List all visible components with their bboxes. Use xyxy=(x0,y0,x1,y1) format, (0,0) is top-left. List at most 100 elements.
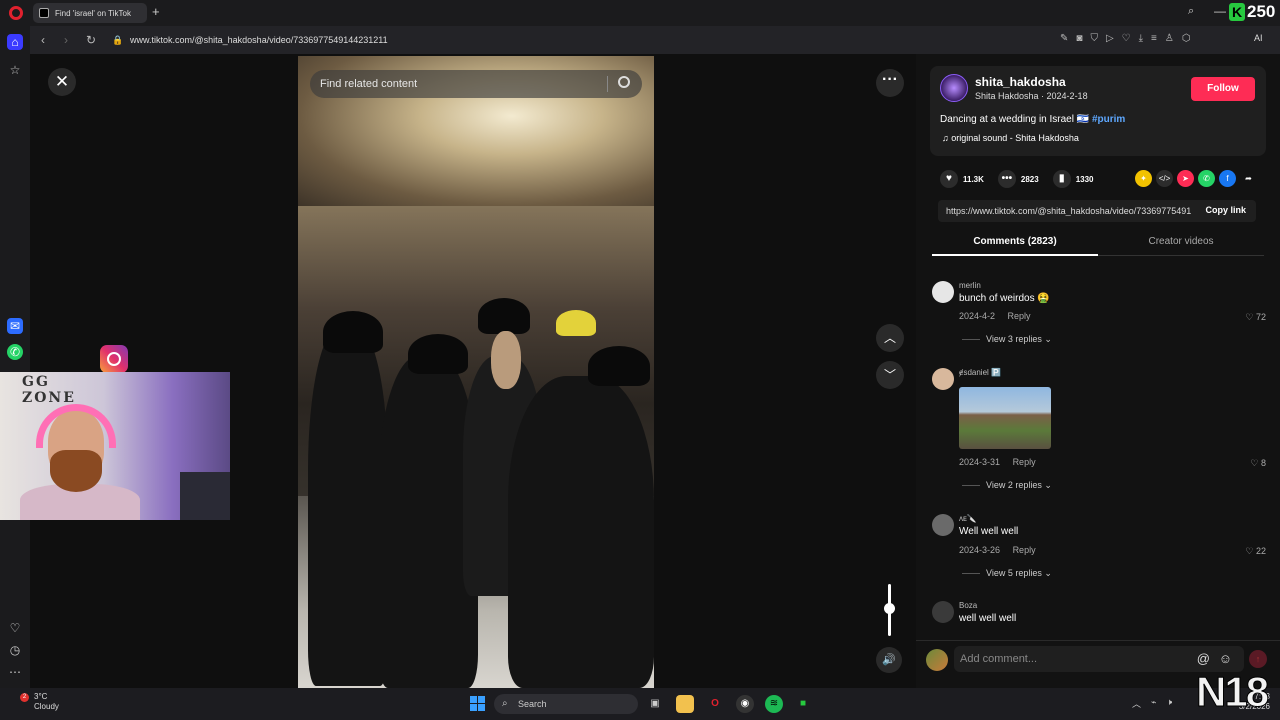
file-explorer-icon[interactable] xyxy=(676,695,694,713)
commenter-name[interactable]: merlin xyxy=(959,281,981,290)
save-button[interactable]: ▮ 1330 xyxy=(1052,170,1094,188)
tray-expand-icon[interactable]: ︿ xyxy=(1132,697,1141,710)
menu-icon[interactable]: ≡ xyxy=(1151,33,1157,44)
view-replies-button[interactable]: View 3 replies ⌄ xyxy=(962,334,1052,345)
creator-subline: Shita Hakdosha · 2024-2-18 xyxy=(975,91,1088,101)
camera-icon[interactable]: ◙ xyxy=(1076,33,1082,44)
previous-video-button[interactable]: ︿ xyxy=(876,324,904,352)
mention-icon[interactable]: @ xyxy=(1197,651,1210,666)
post-sound[interactable]: ♫ original sound - Shita Hakdosha xyxy=(942,133,1079,143)
hashtag-link[interactable]: #purim xyxy=(1092,114,1125,125)
volume-icon[interactable]: 🔊 xyxy=(876,647,902,673)
comment-likes[interactable]: ♡ 22 xyxy=(1245,546,1266,557)
view-replies-button[interactable]: View 2 replies ⌄ xyxy=(962,480,1052,491)
commenter-avatar[interactable] xyxy=(932,514,954,536)
bookmark-star-icon[interactable]: ☆ xyxy=(7,62,23,78)
ai-button[interactable]: AI xyxy=(1254,33,1263,43)
share-link-url[interactable]: https://www.tiktok.com/@shita_hakdosha/v… xyxy=(946,206,1191,216)
more-options-button[interactable]: ··· xyxy=(876,69,904,97)
tab-comments[interactable]: Comments (2823) xyxy=(932,232,1098,256)
tab-search-icon[interactable]: ⌕ xyxy=(1188,5,1194,18)
comment-likes[interactable]: ♡ 8 xyxy=(1250,458,1266,469)
dancer-hat xyxy=(408,334,468,374)
whatsapp-icon[interactable]: ✆ xyxy=(7,344,23,360)
commenter-avatar[interactable] xyxy=(932,601,954,623)
next-video-button[interactable]: ﹀ xyxy=(876,361,904,389)
comment-button[interactable]: ••• 2823 xyxy=(997,170,1039,188)
follow-button[interactable]: Follow xyxy=(1191,77,1255,101)
like-button[interactable]: ♥ 11.3K xyxy=(940,170,984,188)
view-replies-label: View 2 replies xyxy=(986,480,1042,490)
edit-icon[interactable]: ✎ xyxy=(1060,33,1068,44)
url-field[interactable]: www.tiktok.com/@shita_hakdosha/video/733… xyxy=(130,35,388,45)
cube-icon[interactable]: ⬡ xyxy=(1182,33,1191,44)
play-icon[interactable]: ▷ xyxy=(1106,33,1114,44)
obs-icon[interactable]: ◉ xyxy=(736,695,754,713)
messenger-icon[interactable]: ✉ xyxy=(7,318,23,334)
reply-button[interactable]: Reply xyxy=(1008,311,1031,321)
weather-widget[interactable]: 2 3°C Cloudy xyxy=(14,692,59,712)
kick-app-icon[interactable]: ■ xyxy=(794,695,812,713)
minimize-button[interactable]: — xyxy=(1214,4,1226,18)
network-icon[interactable]: ⌁ xyxy=(1151,697,1156,710)
copy-link-button[interactable]: Copy link xyxy=(1205,205,1246,215)
speaker-icon[interactable]: 🕨 xyxy=(1166,697,1172,710)
opera-taskbar-icon[interactable]: O xyxy=(706,695,724,713)
facebook-icon[interactable]: f xyxy=(1219,170,1236,187)
related-search-bar[interactable]: Find related content xyxy=(310,70,642,98)
commenter-avatar[interactable] xyxy=(932,368,954,390)
comment-image[interactable] xyxy=(959,387,1051,449)
taskbar-search[interactable]: ⌕ Search xyxy=(494,694,638,714)
send-icon[interactable]: ➤ xyxy=(1177,170,1194,187)
shield-icon[interactable]: ⛉ xyxy=(1090,33,1098,44)
whatsapp-icon[interactable]: ✆ xyxy=(1198,170,1215,187)
browser-sidebar: ⌂ ☆ ✉ ✆ ♡ ◷ ⋯ xyxy=(0,26,30,688)
music-note-icon: ♫ xyxy=(942,133,952,143)
my-avatar xyxy=(926,649,948,671)
emoji-icon[interactable]: ☺ xyxy=(1219,651,1232,666)
gift-icon[interactable]: ✦ xyxy=(1135,170,1152,187)
reply-button[interactable]: Reply xyxy=(1013,545,1036,555)
post-description: Dancing at a wedding in Israel 🇮🇱 #purim xyxy=(940,114,1125,125)
share-link-box: https://www.tiktok.com/@shita_hakdosha/v… xyxy=(938,200,1256,222)
windows-start-icon[interactable] xyxy=(470,696,486,712)
profile-icon[interactable]: ♙ xyxy=(1165,33,1174,44)
download-icon[interactable]: ⤓ xyxy=(1139,33,1143,44)
forward-button[interactable]: › xyxy=(64,33,68,47)
back-button[interactable]: ‹ xyxy=(41,33,45,47)
home-icon[interactable]: ⌂ xyxy=(7,34,23,50)
commenter-name[interactable]: ᴧᴇ🔪 xyxy=(959,514,977,523)
task-view-icon[interactable]: ▣ xyxy=(646,695,664,713)
comment-item: ɇsdaniel 🅿️ 2024-3-31 Reply ♡ 8 View 2 r… xyxy=(932,368,1272,496)
tiktok-favicon-icon xyxy=(39,8,49,18)
heart-icon[interactable]: ♡ xyxy=(1122,33,1131,44)
history-clock-icon[interactable]: ◷ xyxy=(7,642,23,658)
dancer-face xyxy=(491,331,521,389)
volume-slider-handle[interactable] xyxy=(884,603,895,614)
creator-avatar[interactable] xyxy=(940,74,968,102)
channel-watermark: N18 xyxy=(1195,668,1269,716)
more-dots-icon[interactable]: ⋯ xyxy=(7,664,23,680)
creator-username[interactable]: shita_hakdosha xyxy=(975,75,1066,89)
heart-icon[interactable]: ♡ xyxy=(7,620,23,636)
tab-creator-videos[interactable]: Creator videos xyxy=(1098,232,1264,256)
embed-icon[interactable]: </> xyxy=(1156,170,1173,187)
related-search-placeholder: Find related content xyxy=(320,78,418,90)
post-comment-button[interactable]: ↑ xyxy=(1249,650,1267,668)
reload-icon[interactable]: ↻ xyxy=(86,33,96,47)
share-arrow-icon[interactable]: ➦ xyxy=(1240,170,1257,187)
browser-tab[interactable]: Find 'israel' on TikTok xyxy=(33,3,147,23)
spotify-icon[interactable]: ≋ xyxy=(765,695,783,713)
close-button[interactable]: ✕ xyxy=(48,68,76,96)
video-player[interactable] xyxy=(298,56,654,688)
commenter-avatar[interactable] xyxy=(932,281,954,303)
reply-button[interactable]: Reply xyxy=(1013,457,1036,467)
new-tab-button[interactable]: + xyxy=(152,5,160,19)
search-icon[interactable] xyxy=(618,76,630,88)
opera-logo-icon[interactable] xyxy=(9,6,23,20)
commenter-name[interactable]: Boza xyxy=(959,601,977,610)
comment-input-placeholder: Add comment... xyxy=(960,653,1038,665)
view-replies-button[interactable]: View 5 replies ⌄ xyxy=(962,568,1052,579)
commenter-name[interactable]: ɇsdaniel 🅿️ xyxy=(959,368,1001,377)
comment-likes[interactable]: ♡ 72 xyxy=(1245,312,1266,323)
